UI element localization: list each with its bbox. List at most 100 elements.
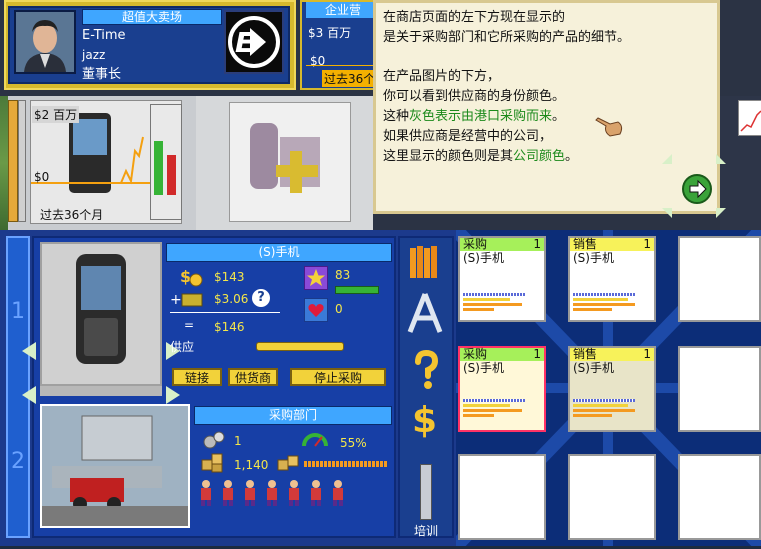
stop-purchase-button[interactable]: 停止采购 bbox=[290, 368, 386, 386]
supplier-color-bar bbox=[40, 386, 162, 396]
company-name: E-Time bbox=[82, 28, 126, 43]
stock-bar bbox=[304, 461, 388, 467]
svg-text:E: E bbox=[235, 26, 254, 59]
card-sales-2[interactable]: 销售 1 (S)手机 bbox=[568, 346, 656, 432]
svg-text:+: + bbox=[170, 292, 182, 308]
card-bar bbox=[573, 414, 612, 417]
player-name: jazz bbox=[82, 48, 106, 62]
card-empty[interactable] bbox=[678, 454, 761, 540]
extra-cost-icon: + bbox=[170, 290, 208, 313]
card-count: 1 bbox=[533, 347, 541, 361]
corp-axis bbox=[306, 65, 380, 66]
equals-sign: = bbox=[184, 318, 195, 332]
card-type: 采购 bbox=[463, 347, 488, 361]
tooltip-line-2: 是关于采购部门和它所采购的产品的细节。 bbox=[383, 29, 631, 45]
card-bar bbox=[573, 399, 636, 402]
product-shapes-icon bbox=[230, 103, 350, 221]
store-title: 超值大卖场 bbox=[82, 9, 222, 25]
compass-tool-icon[interactable] bbox=[406, 292, 444, 337]
card-bar bbox=[463, 308, 495, 311]
grass-strip bbox=[0, 96, 8, 230]
link-button[interactable]: 链接 bbox=[172, 368, 222, 386]
books-tool-icon[interactable] bbox=[408, 242, 444, 285]
tooltip-line-1: 在商店页面的左下方现在显示的 bbox=[383, 10, 566, 25]
arrow-right-icon bbox=[689, 179, 707, 199]
training-bar bbox=[420, 464, 432, 520]
supplier-button[interactable]: 供货商 bbox=[228, 368, 278, 386]
tooltip-text: 在商店页面的左下方现在显示的 是关于采购部门和它所采购的产品的细节。 在产品图片… bbox=[383, 8, 703, 166]
product-love: 0 bbox=[335, 302, 343, 316]
etime-logo-icon: E bbox=[228, 16, 280, 68]
tooltip-next-button[interactable] bbox=[682, 174, 712, 204]
card-bar bbox=[463, 399, 526, 402]
rating-bar bbox=[335, 286, 379, 294]
scroll-left-icon-2[interactable] bbox=[22, 386, 36, 404]
card-bars bbox=[573, 293, 651, 311]
card-head: 采购 1 bbox=[460, 238, 544, 251]
card-bar bbox=[463, 298, 510, 301]
tooltip-line-5a: 这种 bbox=[383, 108, 410, 124]
supply-bar bbox=[256, 342, 344, 351]
card-empty[interactable] bbox=[678, 346, 761, 432]
tab-2[interactable]: 2 bbox=[8, 412, 28, 512]
svg-text:$: $ bbox=[180, 267, 191, 286]
corner-arrow-tr-icon bbox=[716, 154, 726, 164]
product-total: $146 bbox=[214, 320, 245, 334]
card-bars bbox=[573, 399, 651, 417]
left-gauge bbox=[8, 100, 18, 222]
card-type: 销售 bbox=[573, 237, 598, 251]
card-head: 销售 1 bbox=[570, 348, 654, 361]
green-gauge bbox=[154, 141, 163, 195]
card-bar bbox=[573, 298, 628, 301]
star-rating-icon bbox=[304, 266, 328, 290]
card-empty[interactable] bbox=[568, 454, 656, 540]
tooltip-line-3: 在产品图片的下方， bbox=[383, 69, 501, 85]
tooltip-line-7a: 这里显示的颜色则是其 bbox=[383, 148, 514, 164]
dept-percent: 55% bbox=[340, 436, 367, 450]
product-extra-cost: $3.06 bbox=[214, 292, 249, 306]
dept-stock: 1,140 bbox=[234, 458, 269, 472]
card-bar bbox=[463, 293, 526, 296]
tooltip-line-5c: 。 bbox=[552, 108, 566, 124]
corp-title: 企业营 bbox=[306, 2, 380, 18]
staff-row bbox=[198, 478, 388, 508]
training-label[interactable]: 培训 bbox=[410, 522, 442, 539]
card-product: (S)手机 bbox=[573, 361, 614, 375]
card-purchase-1[interactable]: 采购 1 (S)手机 bbox=[458, 236, 546, 322]
company-logo[interactable]: E bbox=[224, 10, 284, 74]
card-sales-1[interactable]: 销售 1 (S)手机 bbox=[568, 236, 656, 322]
card-bar bbox=[463, 414, 495, 417]
scroll-right-icon-2[interactable] bbox=[166, 386, 180, 404]
scroll-left-icon[interactable] bbox=[22, 342, 36, 360]
card-empty[interactable] bbox=[678, 236, 761, 322]
card-bar bbox=[573, 409, 636, 412]
corp-period: 过去36个 bbox=[322, 70, 378, 87]
card-purchase-2[interactable]: 采购 1 (S)手机 bbox=[458, 346, 546, 432]
card-empty[interactable] bbox=[458, 454, 546, 540]
stock-gauges bbox=[150, 104, 182, 220]
staff-workers-icon bbox=[201, 480, 343, 506]
ceo-portrait[interactable] bbox=[14, 10, 76, 74]
card-count: 1 bbox=[643, 347, 651, 361]
product-name: (S)手机 bbox=[166, 243, 392, 262]
card-bar bbox=[573, 293, 636, 296]
finance-tool-icon[interactable]: $ bbox=[410, 398, 442, 441]
chart-zero-label: $0 bbox=[34, 170, 50, 184]
help-icon[interactable]: ? bbox=[252, 289, 270, 307]
card-bar bbox=[463, 303, 522, 306]
svg-text:$: $ bbox=[412, 400, 437, 438]
tooltip-line-6: 如果供应商是经营中的公司， bbox=[383, 128, 553, 144]
help-tool-icon[interactable] bbox=[410, 349, 442, 390]
corp-amount: $3 百万 bbox=[308, 26, 352, 40]
port-truck-icon bbox=[42, 406, 188, 526]
card-head: 销售 1 bbox=[570, 238, 654, 251]
chart-top-label: $2 百万 bbox=[32, 106, 80, 123]
corner-arrow-br-icon bbox=[716, 208, 726, 218]
product-cost: $143 bbox=[214, 270, 245, 284]
pointing-hand-icon bbox=[594, 108, 626, 143]
card-count: 1 bbox=[533, 237, 541, 251]
card-bar bbox=[463, 409, 522, 412]
card-type: 销售 bbox=[573, 347, 598, 361]
tooltip-line-4: 你可以看到供应商的身份颜色。 bbox=[383, 89, 566, 105]
card-count: 1 bbox=[643, 237, 651, 251]
